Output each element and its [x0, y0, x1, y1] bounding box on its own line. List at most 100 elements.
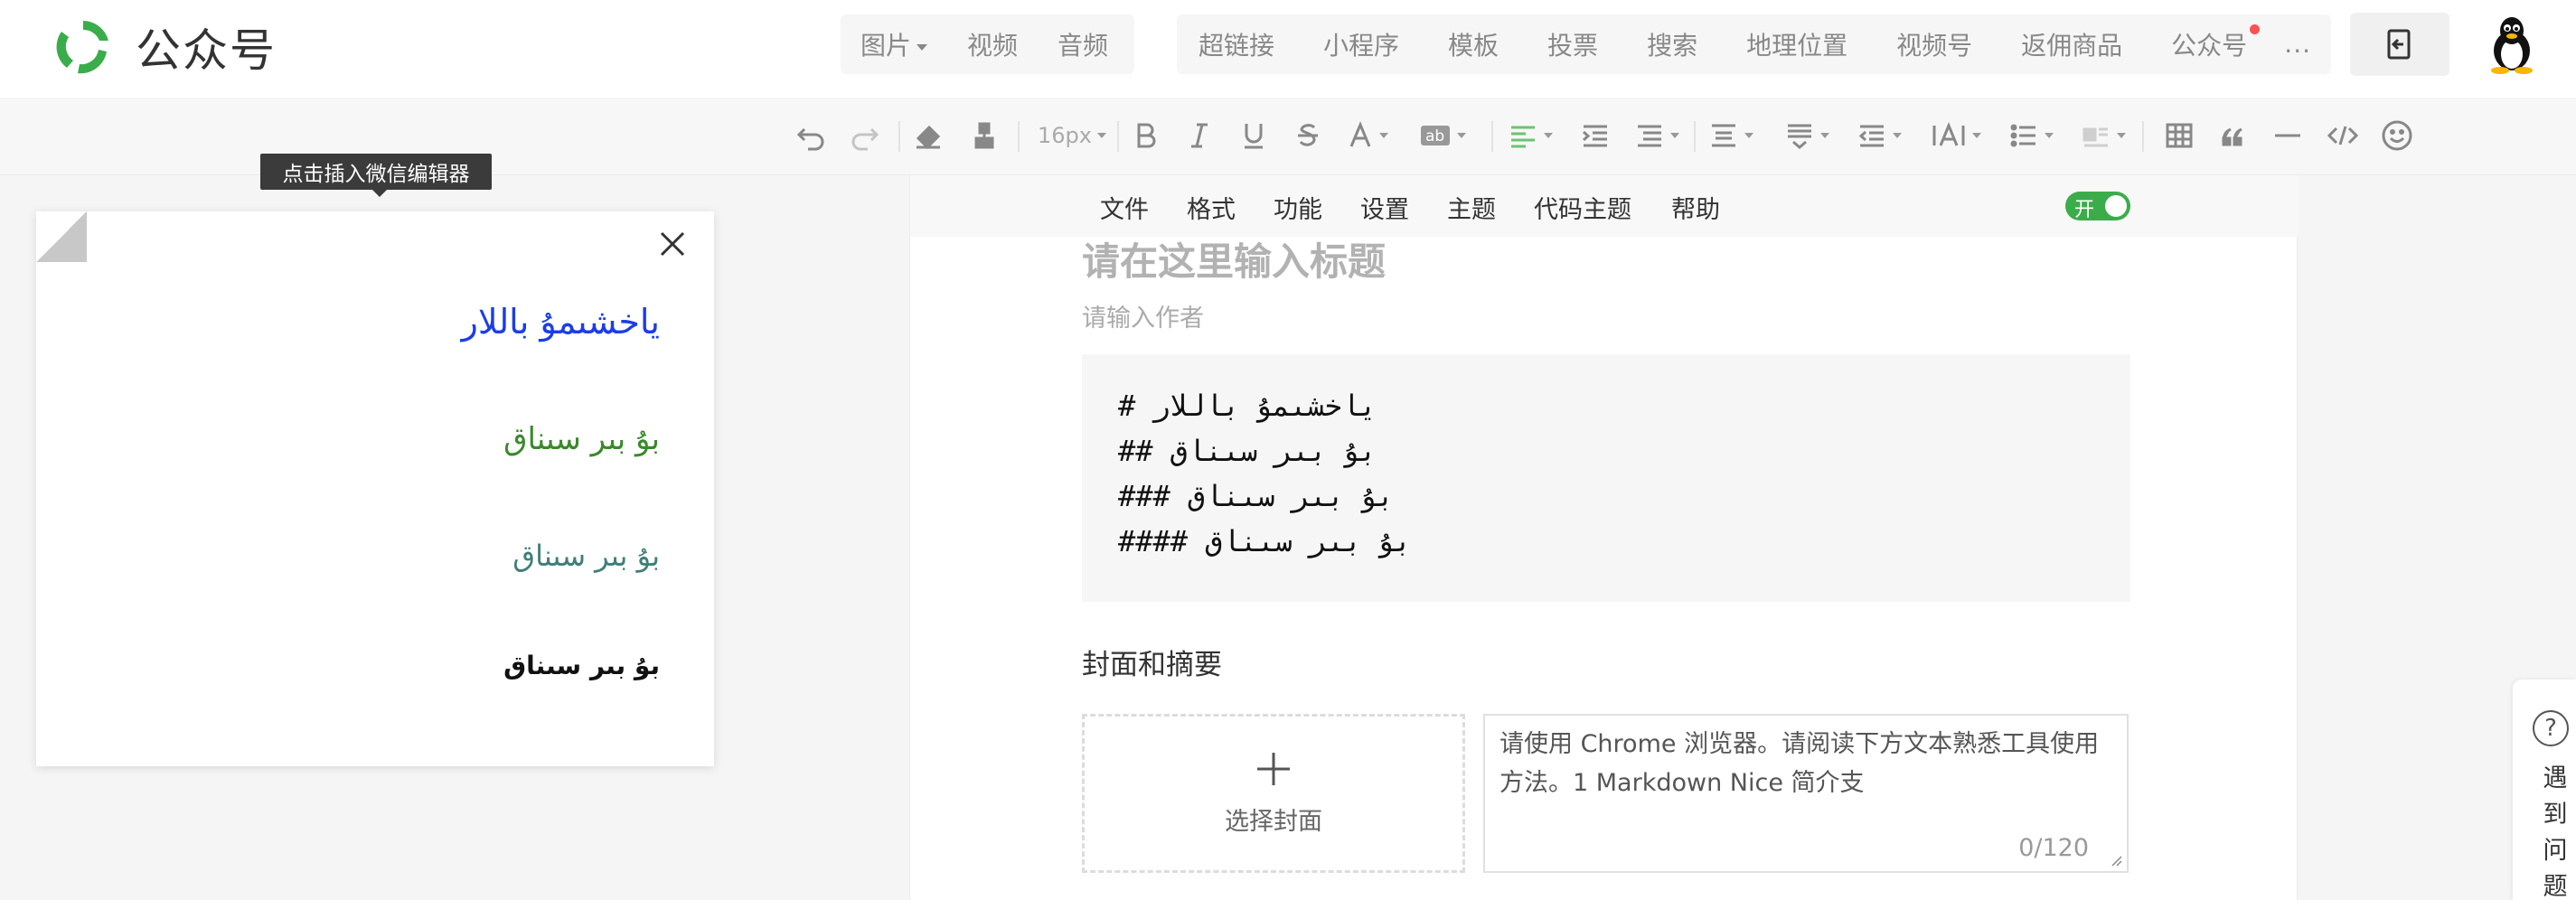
font-color-icon[interactable]: [1347, 116, 1388, 155]
list-icon[interactable]: [2008, 116, 2054, 155]
toolbar-divider: [1694, 121, 1696, 152]
chevron-down-icon: [1893, 133, 1902, 138]
chevron-down-icon: [1096, 133, 1106, 138]
more-icon[interactable]: ···: [2284, 36, 2311, 66]
document-icon: [2387, 29, 2411, 60]
line-height-icon[interactable]: [1708, 116, 1753, 155]
eraser-icon[interactable]: [913, 116, 944, 155]
quote-icon[interactable]: [2218, 116, 2249, 155]
summary-textarea[interactable]: 请使用 Chrome 浏览器。请阅读下方文本熟悉工具使用方法。1 Markdow…: [1483, 714, 2129, 873]
logo[interactable]: 公众号: [51, 14, 277, 80]
side-panel-button[interactable]: [2350, 13, 2449, 76]
nav-audio[interactable]: 音频: [1058, 26, 1108, 62]
chevron-down-icon: [2045, 133, 2054, 138]
font-size-value: 16px: [1038, 123, 1092, 148]
nav-template[interactable]: 模板: [1448, 26, 1499, 62]
nav-official-account[interactable]: 公众号: [2171, 24, 2261, 62]
code-icon[interactable]: [2327, 116, 2359, 155]
image-align-icon[interactable]: [2081, 116, 2126, 155]
highlight-icon[interactable]: ab: [1419, 116, 1466, 155]
preview-heading-2: بۇ بىر سىناق: [503, 421, 660, 457]
font-size-select[interactable]: 16px: [1038, 116, 1106, 155]
menu-settings[interactable]: 设置: [1360, 190, 1409, 225]
chevron-down-icon: [1744, 133, 1753, 138]
preview-toggle[interactable]: 开: [2065, 192, 2130, 221]
toggle-label: 开: [2074, 199, 2095, 221]
menu-file[interactable]: 文件: [1100, 190, 1149, 225]
help-widget[interactable]: ? 遇到问题: [2513, 680, 2576, 900]
content-insert-group: 超链接 小程序 模板 投票 搜索 地理位置 视频号 返佣商品 公众号 ···: [1177, 14, 2331, 74]
nav-vote[interactable]: 投票: [1547, 26, 1598, 62]
markdown-code-block[interactable]: # ياخشىمۇ باللار ## بۇ بىر سىناق ### بۇ …: [1082, 354, 2130, 602]
code-line: ### بۇ بىر سىناق: [1118, 479, 1395, 513]
indent-icon[interactable]: [1580, 116, 1611, 155]
nav-official-account-label: 公众号: [2171, 31, 2248, 61]
markdown-menu-bar: 文件 格式 功能 设置 主题 代码主题 帮助 开: [910, 175, 2299, 237]
menu-help[interactable]: 帮助: [1671, 190, 1720, 225]
toolbar-divider: [2142, 121, 2144, 152]
nav-channels[interactable]: 视频号: [1896, 26, 1972, 62]
nav-image[interactable]: 图片: [860, 26, 928, 62]
nav-mini-program[interactable]: 小程序: [1323, 26, 1399, 62]
table-icon[interactable]: [2164, 116, 2195, 155]
bold-icon[interactable]: [1132, 116, 1159, 155]
nav-video[interactable]: 视频: [967, 26, 1018, 62]
toolbar-divider: [1117, 121, 1119, 152]
toggle-knob: [2105, 195, 2127, 217]
plus-icon: [1257, 752, 1290, 785]
summary-text: 请使用 Chrome 浏览器。请阅读下方文本熟悉工具使用方法。1 Markdow…: [1500, 730, 2100, 797]
question-icon: ?: [2533, 710, 2569, 746]
nav-search[interactable]: 搜索: [1647, 26, 1697, 62]
nav-image-label: 图片: [860, 31, 912, 61]
chevron-down-icon: [1670, 133, 1679, 138]
nav-hyperlink[interactable]: 超链接: [1199, 26, 1274, 62]
undo-icon[interactable]: [795, 116, 826, 155]
code-line: #### بۇ بىر سىناق: [1118, 524, 1412, 558]
author-input[interactable]: 请输入作者: [1082, 298, 1204, 333]
format-painter-icon[interactable]: [969, 116, 1000, 155]
preview-heading-3: بۇ بىر سىناق: [512, 539, 660, 573]
italic-icon[interactable]: [1186, 116, 1213, 155]
emoji-icon[interactable]: [2381, 116, 2413, 155]
letter-spacing-icon[interactable]: [1784, 116, 1829, 155]
nav-commission-goods[interactable]: 返佣商品: [2021, 26, 2122, 62]
select-cover-button[interactable]: 选择封面: [1082, 714, 1465, 873]
app-name: 公众号: [136, 24, 277, 77]
page-fold-icon: [36, 211, 87, 262]
toolbar-divider: [1491, 121, 1493, 152]
underline-icon[interactable]: [1240, 116, 1267, 155]
close-icon[interactable]: [654, 226, 691, 262]
code-line: # ياخشىمۇ باللار: [1118, 389, 1377, 423]
svg-text:ab: ab: [1425, 127, 1444, 145]
menu-format[interactable]: 格式: [1187, 190, 1236, 225]
notification-dot: [2250, 24, 2261, 34]
chevron-down-icon: [1544, 133, 1553, 138]
cover-section-label: 封面和摘要: [1082, 649, 1222, 681]
resize-handle-icon[interactable]: [2109, 853, 2123, 867]
align-left-icon[interactable]: [1508, 116, 1553, 155]
toolbar-divider: [898, 121, 900, 152]
title-input[interactable]: 请在这里输入标题: [1082, 231, 1386, 286]
code-line: ## بۇ بىر سىناق: [1118, 434, 1377, 468]
help-label: 遇到问题: [2543, 764, 2568, 900]
chevron-down-icon: [1457, 133, 1466, 138]
paragraph-spacing-icon[interactable]: [1634, 116, 1679, 155]
divider-icon[interactable]: [2272, 116, 2303, 155]
chevron-down-icon: [1379, 133, 1388, 138]
chevron-down-icon: [917, 43, 928, 51]
text-width-icon[interactable]: [1931, 116, 1981, 155]
menu-function[interactable]: 功能: [1274, 190, 1322, 225]
nav-location[interactable]: 地理位置: [1746, 26, 1847, 62]
chevron-down-icon: [1972, 133, 1981, 138]
toolbar-divider: [1018, 121, 1020, 152]
outdent-icon[interactable]: [1857, 116, 1902, 155]
article-editor: 文件 格式 功能 设置 主题 代码主题 帮助 开 请在这里输入标题 请输入作者 …: [909, 175, 2299, 900]
wechat-mp-logo-icon: [56, 21, 108, 74]
chevron-down-icon: [2117, 133, 2126, 138]
chevron-down-icon: [1820, 133, 1829, 138]
menu-code-theme[interactable]: 代码主题: [1534, 190, 1631, 225]
strikethrough-icon[interactable]: [1294, 116, 1321, 155]
avatar[interactable]: [2486, 14, 2538, 74]
redo-icon[interactable]: [850, 116, 880, 155]
menu-theme[interactable]: 主题: [1447, 190, 1496, 225]
